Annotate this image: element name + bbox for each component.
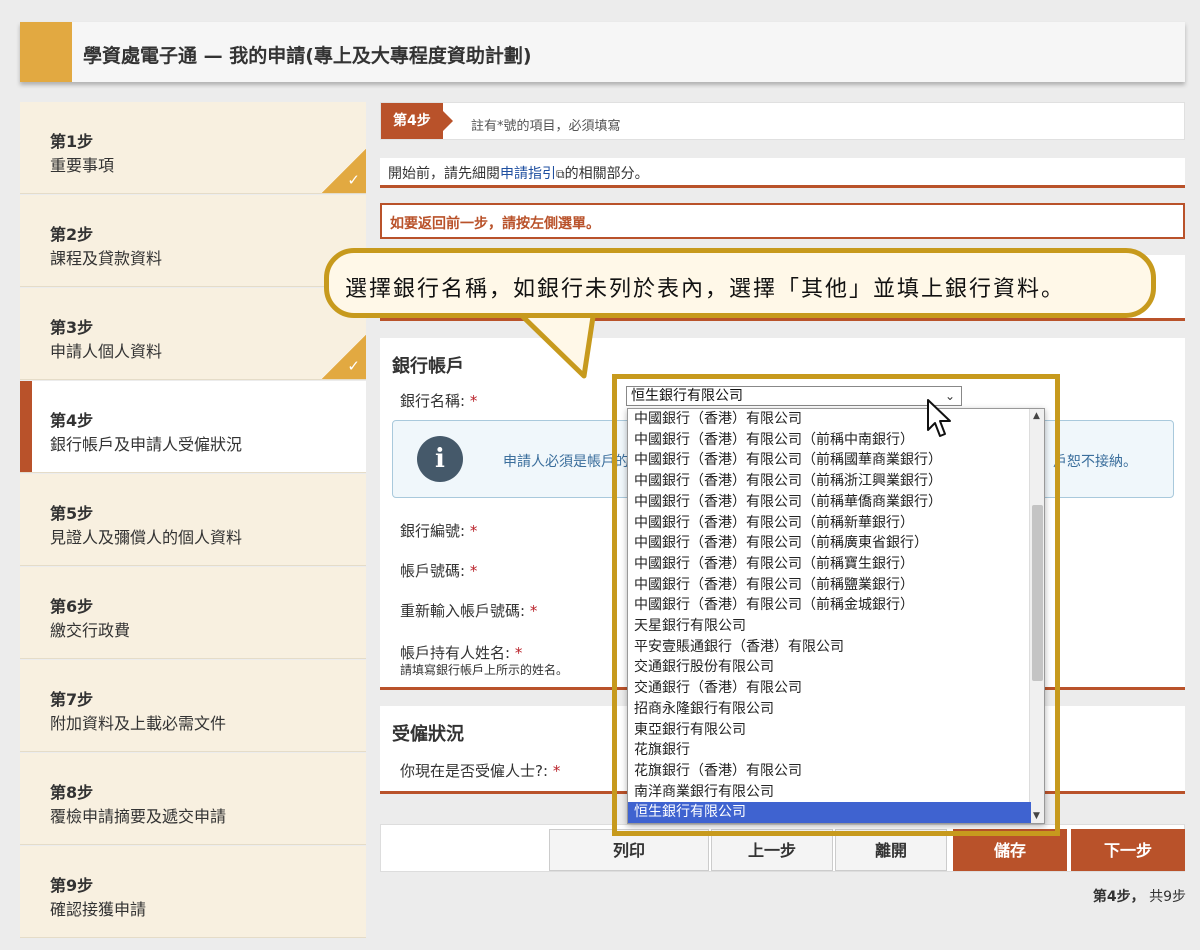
bank-option[interactable]: 花旗銀行（香港）有限公司 bbox=[628, 761, 1031, 782]
print-button[interactable]: 列印 bbox=[549, 829, 709, 871]
bank-option[interactable]: 招商永隆銀行有限公司 bbox=[628, 699, 1031, 720]
step-label: 見證人及彌償人的個人資料 bbox=[50, 528, 243, 547]
save-button[interactable]: 儲存 bbox=[953, 829, 1067, 871]
step-number: 第5步 bbox=[50, 504, 94, 523]
bank-option[interactable]: 平安壹賬通銀行（香港）有限公司 bbox=[628, 637, 1031, 658]
next-step-button[interactable]: 下一步 bbox=[1071, 829, 1185, 871]
page-title: 學資處電子通 — 我的申請(專上及大專程度資助計劃) bbox=[83, 45, 532, 67]
guide-link[interactable]: 申請指引 bbox=[500, 166, 556, 182]
callout-text: 選擇銀行名稱，如銀行未列於表內，選擇「其他」並填上銀行資料。 bbox=[345, 277, 1066, 302]
active-step-bar bbox=[20, 381, 32, 472]
sidebar-step-7[interactable]: 第7步 附加資料及上載必需文件 bbox=[20, 660, 366, 752]
info-text: 申請人必須是帳戶的 bbox=[503, 454, 629, 470]
bank-name-label: 銀行名稱: * bbox=[400, 392, 478, 410]
bank-option[interactable]: 中國銀行（香港）有限公司（前稱新華銀行） bbox=[628, 513, 1031, 534]
bank-option[interactable]: 中國銀行（香港）有限公司（前稱鹽業銀行） bbox=[628, 575, 1031, 596]
current-step-tag: 第4步 bbox=[381, 103, 453, 139]
bank-option[interactable]: 交通銀行股份有限公司 bbox=[628, 657, 1031, 678]
action-bar: 列印 上一步 離開 儲存 下一步 bbox=[380, 824, 1185, 872]
bank-option[interactable]: 花旗銀行 bbox=[628, 740, 1031, 761]
bank-option[interactable]: 中國銀行（香港）有限公司（前稱國華商業銀行） bbox=[628, 450, 1031, 471]
step-label: 申請人個人資料 bbox=[50, 342, 163, 361]
bank-option[interactable]: 中國銀行（香港）有限公司（前稱中南銀行） bbox=[628, 430, 1031, 451]
sidebar-step-5[interactable]: 第5步 見證人及彌償人的個人資料 bbox=[20, 474, 366, 566]
scrollbar-thumb[interactable] bbox=[1032, 505, 1043, 681]
section-title: 銀行帳戶 bbox=[392, 356, 464, 377]
instruction-callout: 選擇銀行名稱，如銀行未列於表內，選擇「其他」並填上銀行資料。 bbox=[324, 248, 1156, 318]
required-note: 註有*號的項目，必須填寫 bbox=[471, 119, 621, 134]
bank-option[interactable]: 恒生銀行有限公司 bbox=[628, 802, 1031, 823]
completed-check-icon: ✓ bbox=[322, 335, 366, 379]
step-number: 第4步 bbox=[50, 411, 94, 430]
step-label: 確認接獲申請 bbox=[50, 900, 147, 919]
page-indicator: 第4步， 共9步 bbox=[1092, 889, 1186, 905]
account-confirm-label: 重新輸入帳戶號碼: * bbox=[400, 602, 538, 620]
completed-check-icon: ✓ bbox=[322, 149, 366, 193]
bank-name-select[interactable]: 恒生銀行有限公司 ⌄ bbox=[626, 386, 962, 406]
back-notice: 如要返回前一步，請按左側選單。 bbox=[380, 203, 1185, 239]
bank-option[interactable]: 中國銀行（香港）有限公司（前稱浙江興業銀行） bbox=[628, 471, 1031, 492]
holder-name-label: 帳戶持有人姓名: * bbox=[400, 644, 523, 662]
bank-option[interactable]: 中國銀行（香港）有限公司（前稱寶生銀行） bbox=[628, 554, 1031, 575]
bank-option[interactable]: 天星銀行有限公司 bbox=[628, 616, 1031, 637]
step-indicator: 第4步 註有*號的項目，必須填寫 bbox=[380, 102, 1185, 140]
dropdown-scrollbar[interactable]: ▲ ▼ bbox=[1029, 409, 1044, 823]
step-label: 銀行帳戶及申請人受僱狀況 bbox=[50, 435, 243, 454]
mouse-cursor-icon bbox=[927, 399, 951, 437]
sidebar-step-6[interactable]: 第6步 繳交行政費 bbox=[20, 567, 366, 659]
bank-option[interactable]: 交通銀行（香港）有限公司 bbox=[628, 678, 1031, 699]
callout-tail bbox=[514, 308, 597, 379]
holder-name-hint: 請填寫銀行帳戶上所示的姓名。 bbox=[400, 663, 569, 677]
step-label: 附加資料及上載必需文件 bbox=[50, 714, 227, 733]
step-label: 課程及貸款資料 bbox=[50, 249, 163, 268]
external-link-icon: ⧉ bbox=[556, 167, 565, 181]
bank-code-label: 銀行編號: * bbox=[400, 522, 478, 540]
step-sidebar: 第1步 重要事項 ✓ 第2步 課程及貸款資料 第3步 申請人個人資料 ✓ 第4步… bbox=[20, 102, 366, 940]
step-number: 第9步 bbox=[50, 876, 94, 895]
step-number: 第8步 bbox=[50, 783, 94, 802]
bank-option[interactable]: 南洋商業銀行有限公司 bbox=[628, 782, 1031, 803]
step-label: 覆檢申請摘要及遞交申請 bbox=[50, 807, 227, 826]
step-number: 第7步 bbox=[50, 690, 94, 709]
bank-option[interactable]: 中國銀行（香港）有限公司 bbox=[628, 409, 1031, 430]
bank-option[interactable]: 中國銀行（香港）有限公司（前稱廣東省銀行） bbox=[628, 533, 1031, 554]
step-number: 第6步 bbox=[50, 597, 94, 616]
step-label: 繳交行政費 bbox=[50, 621, 131, 640]
header-accent bbox=[20, 22, 72, 82]
info-icon: i bbox=[417, 436, 463, 482]
sidebar-step-1[interactable]: 第1步 重要事項 ✓ bbox=[20, 102, 366, 194]
step-number: 第2步 bbox=[50, 225, 94, 244]
sidebar-step-2[interactable]: 第2步 課程及貸款資料 bbox=[20, 195, 366, 287]
sidebar-step-8[interactable]: 第8步 覆檢申請摘要及遞交申請 bbox=[20, 753, 366, 845]
page-header: 學資處電子通 — 我的申請(專上及大專程度資助計劃) bbox=[20, 22, 1185, 82]
section-title: 受僱狀況 bbox=[392, 724, 464, 745]
sidebar-step-9[interactable]: 第9步 確認接獲申請 bbox=[20, 846, 366, 938]
bank-option[interactable]: 中國銀行（香港）有限公司（前稱華僑商業銀行） bbox=[628, 492, 1031, 513]
bank-options-list[interactable]: ▲ ▼ 中國銀行（香港）有限公司 中國銀行（香港）有限公司（前稱中南銀行） 中國銀行… bbox=[627, 408, 1045, 824]
bank-option[interactable]: 中國銀行（香港）有限公司（前稱金城銀行） bbox=[628, 595, 1031, 616]
sidebar-step-3[interactable]: 第3步 申請人個人資料 ✓ bbox=[20, 288, 366, 380]
employment-question-label: 你現在是否受僱人士?: * bbox=[400, 762, 561, 780]
step-number: 第1步 bbox=[50, 132, 94, 151]
info-text-end: 戶恕不接納。 bbox=[1053, 454, 1137, 470]
leave-button[interactable]: 離開 bbox=[835, 829, 947, 871]
bank-option[interactable]: 東亞銀行有限公司 bbox=[628, 720, 1031, 741]
guide-notice: 開始前，請先細閱申請指引⧉的相關部分。 bbox=[380, 158, 1185, 188]
sidebar-step-4[interactable]: 第4步 銀行帳戶及申請人受僱狀況 bbox=[20, 381, 366, 473]
scroll-down-icon[interactable]: ▼ bbox=[1033, 811, 1040, 821]
scroll-up-icon[interactable]: ▲ bbox=[1033, 411, 1040, 421]
account-number-label: 帳戶號碼: * bbox=[400, 562, 478, 580]
prev-step-button[interactable]: 上一步 bbox=[711, 829, 833, 871]
step-number: 第3步 bbox=[50, 318, 94, 337]
step-label: 重要事項 bbox=[50, 156, 115, 175]
